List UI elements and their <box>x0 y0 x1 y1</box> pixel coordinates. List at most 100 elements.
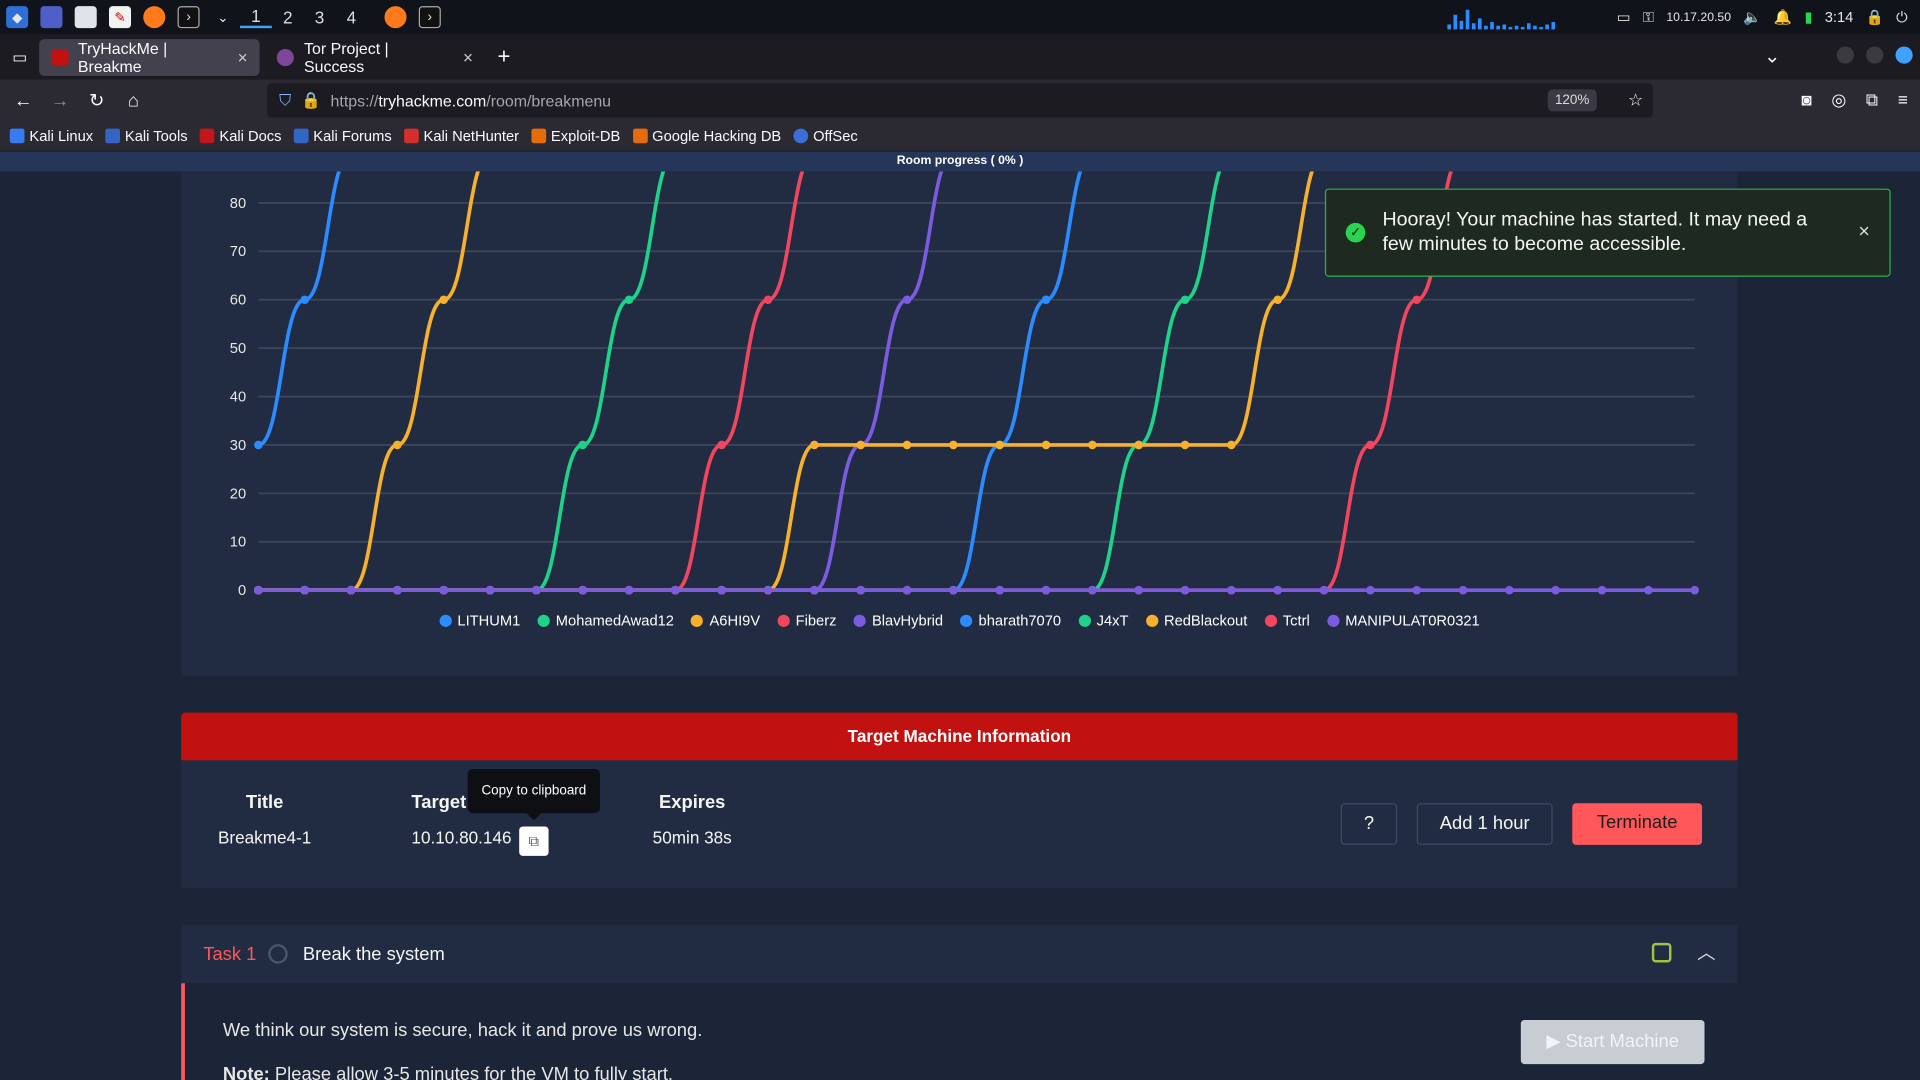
data-point[interactable] <box>1227 585 1236 595</box>
notification-bell-icon[interactable]: 🔔 <box>1774 9 1792 26</box>
bookmark-kali-nethunter[interactable]: Kali NetHunter <box>403 127 519 144</box>
data-point[interactable] <box>532 585 541 595</box>
bookmark-exploit-db[interactable]: Exploit-DB <box>531 127 620 144</box>
power-icon[interactable]: ⏻ <box>1896 8 1908 26</box>
terminal-icon[interactable]: › <box>177 6 200 29</box>
bookmark-kali-tools[interactable]: Kali Tools <box>105 127 188 144</box>
data-point[interactable] <box>717 440 726 450</box>
legend-item[interactable]: LITHUM1 <box>439 612 520 629</box>
data-point[interactable] <box>856 585 865 595</box>
start-machine-button[interactable]: ▶ Start Machine <box>1520 1020 1705 1065</box>
data-point[interactable] <box>578 585 587 595</box>
data-point[interactable] <box>1088 585 1097 595</box>
data-point[interactable] <box>1041 585 1051 595</box>
data-point[interactable] <box>1690 585 1699 595</box>
battery-icon[interactable]: ▮ <box>1804 9 1812 26</box>
workspace-2[interactable]: 2 <box>272 7 304 27</box>
terminate-button[interactable]: Terminate <box>1572 803 1703 845</box>
close-icon[interactable]: × <box>238 47 248 67</box>
forward-arrow-icon[interactable]: → <box>42 90 79 111</box>
data-point[interactable] <box>485 585 495 595</box>
data-point[interactable] <box>1412 585 1421 595</box>
data-point[interactable] <box>1180 585 1190 595</box>
tab-tryhackme[interactable]: TryHackMe | Breakme × <box>39 38 260 76</box>
kali-menu-icon[interactable]: ◆ <box>6 6 29 29</box>
data-point[interactable] <box>1227 440 1236 450</box>
data-point[interactable] <box>1041 440 1051 450</box>
account-icon[interactable]: ◎ <box>1831 89 1846 110</box>
data-point[interactable] <box>1273 585 1282 595</box>
extensions-icon[interactable]: ⧉ <box>1866 89 1878 110</box>
firefox-icon[interactable] <box>143 6 166 29</box>
back-arrow-icon[interactable]: ← <box>5 90 42 111</box>
data-point[interactable] <box>254 440 263 450</box>
legend-item[interactable]: MohamedAwad12 <box>537 612 674 629</box>
legend-item[interactable]: Tctrl <box>1264 612 1310 629</box>
data-point[interactable] <box>902 440 912 450</box>
workspace-1[interactable]: 1 <box>240 6 272 29</box>
add-hour-button[interactable]: Add 1 hour <box>1416 803 1553 845</box>
desktop-icon[interactable] <box>40 6 63 29</box>
lock-icon[interactable]: 🔒 <box>1866 9 1884 26</box>
data-point[interactable] <box>1505 585 1514 595</box>
data-point[interactable] <box>1134 440 1143 450</box>
zoom-level[interactable]: 120% <box>1547 89 1597 112</box>
bookmark-google-hacking-db[interactable]: Google Hacking DB <box>632 127 781 144</box>
bookmark-kali-docs[interactable]: Kali Docs <box>199 127 281 144</box>
data-point[interactable] <box>763 295 773 305</box>
data-point[interactable] <box>1366 585 1375 595</box>
legend-item[interactable]: BlavHybrid <box>853 612 943 629</box>
data-point[interactable] <box>995 585 1004 595</box>
data-point[interactable] <box>1180 440 1190 450</box>
terminal-window-icon[interactable]: › <box>418 6 441 29</box>
vpn-icon[interactable]: ⚿ <box>1643 8 1654 26</box>
text-editor-icon[interactable]: ✎ <box>108 6 132 29</box>
data-point[interactable] <box>1597 585 1607 595</box>
data-point[interactable] <box>671 585 680 595</box>
task-header[interactable]: Task 1 Break the system ︿ <box>181 924 1738 984</box>
data-point[interactable] <box>439 295 448 305</box>
data-point[interactable] <box>1458 585 1468 595</box>
data-point[interactable] <box>949 440 958 450</box>
data-point[interactable] <box>300 585 309 595</box>
data-point[interactable] <box>578 440 587 450</box>
legend-item[interactable]: A6HI9V <box>691 612 760 629</box>
firefox-window-icon[interactable] <box>384 6 407 29</box>
help-button[interactable]: ? <box>1340 803 1398 845</box>
data-point[interactable] <box>763 585 773 595</box>
tab-list-chevron-icon[interactable]: ⌄ <box>1764 44 1780 68</box>
padlock-icon[interactable]: 🔒 <box>301 91 321 111</box>
volume-icon[interactable]: 🔈 <box>1743 9 1761 26</box>
copy-clipboard-button[interactable]: ⧉ <box>519 826 549 856</box>
bookmark-kali-forums[interactable]: Kali Forums <box>293 127 392 144</box>
data-point[interactable] <box>949 585 958 595</box>
tab-overview-icon[interactable]: ▭ <box>12 47 27 67</box>
data-point[interactable] <box>902 295 912 305</box>
minimize-button[interactable] <box>1836 46 1854 64</box>
data-point[interactable] <box>300 295 309 305</box>
chevron-down-icon[interactable]: ⌄ <box>212 6 234 28</box>
chevron-up-icon[interactable]: ︿ <box>1697 939 1715 965</box>
data-point[interactable] <box>439 585 448 595</box>
data-point[interactable] <box>346 585 356 595</box>
data-point[interactable] <box>1041 295 1051 305</box>
bookmark-star-icon[interactable]: ☆ <box>1628 89 1643 110</box>
menu-icon[interactable]: ≡ <box>1898 89 1908 110</box>
pocket-icon[interactable]: ◙ <box>1801 89 1811 110</box>
data-point[interactable] <box>1180 295 1190 305</box>
data-point[interactable] <box>1273 295 1282 305</box>
target-ip[interactable]: 10.10.80.146 <box>411 828 511 848</box>
reload-icon[interactable]: ↻ <box>78 89 115 112</box>
monitor-icon[interactable]: ▭ <box>1617 9 1631 26</box>
bookmark-offsec[interactable]: OffSec <box>793 127 858 144</box>
legend-item[interactable]: bharath7070 <box>960 612 1061 629</box>
data-point[interactable] <box>810 585 819 595</box>
close-icon[interactable]: × <box>1858 220 1869 244</box>
maximize-button[interactable] <box>1866 46 1884 64</box>
data-point[interactable] <box>1366 440 1375 450</box>
legend-item[interactable]: MANIPULAT0R0321 <box>1326 612 1480 629</box>
data-point[interactable] <box>902 585 912 595</box>
clock[interactable]: 3:14 <box>1825 9 1854 26</box>
home-icon[interactable]: ⌂ <box>115 90 152 111</box>
workspace-3[interactable]: 3 <box>304 7 336 27</box>
